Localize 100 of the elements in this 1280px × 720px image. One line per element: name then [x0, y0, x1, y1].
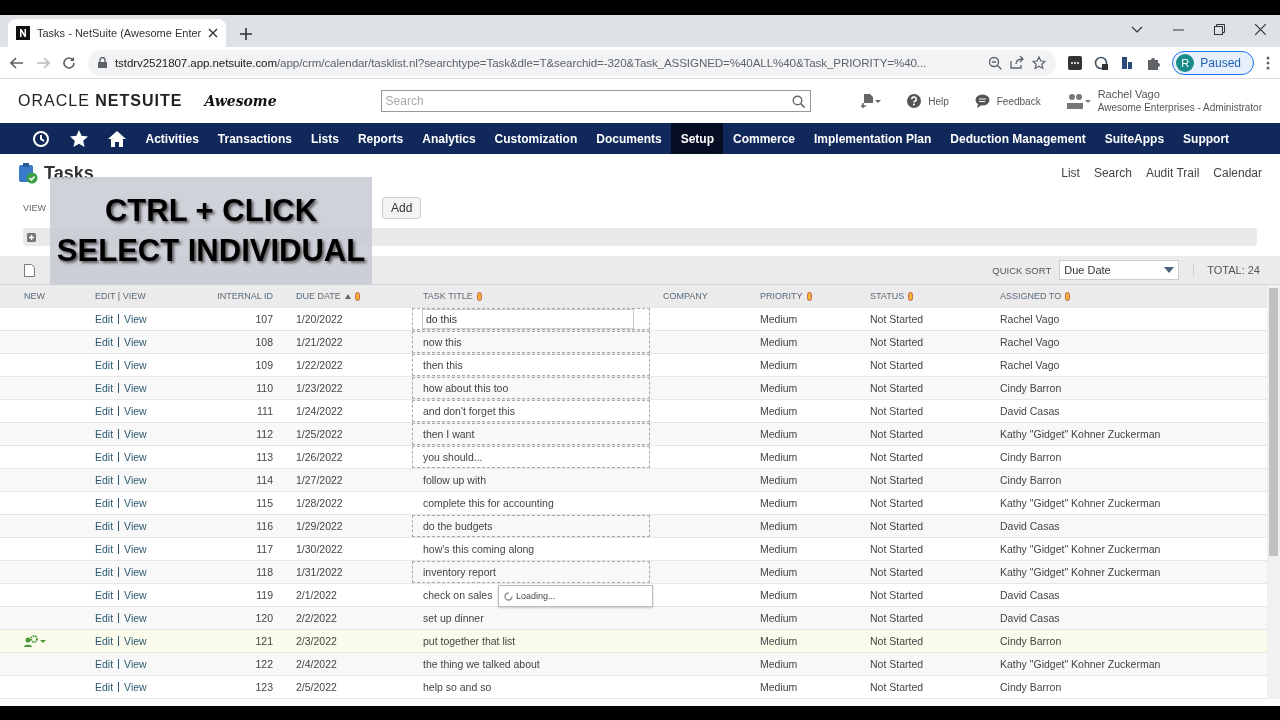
- reload-icon[interactable]: [62, 55, 76, 70]
- global-search-field[interactable]: Search: [380, 90, 811, 112]
- edit-link[interactable]: Edit: [95, 543, 114, 555]
- view-link[interactable]: View: [124, 336, 147, 348]
- view-link[interactable]: View: [124, 612, 147, 624]
- view-link[interactable]: View: [124, 474, 147, 486]
- nav-menu-item[interactable]: Lists: [301, 123, 349, 154]
- edit-link[interactable]: Edit: [95, 451, 114, 463]
- recent-history-icon[interactable]: [32, 129, 50, 148]
- edit-link[interactable]: Edit: [95, 359, 114, 371]
- column-header[interactable]: ASSIGNED TO: [1000, 291, 1062, 301]
- column-header[interactable]: DUE DATE: [296, 291, 341, 301]
- favorites-star-icon[interactable]: [70, 129, 88, 148]
- view-link[interactable]: View: [124, 428, 147, 440]
- create-new-record-icon[interactable]: [861, 93, 882, 109]
- edit-link[interactable]: Edit: [95, 313, 114, 325]
- restore-icon[interactable]: [1214, 24, 1225, 35]
- more-menu-icon[interactable]: [1266, 55, 1270, 70]
- task-title-cell[interactable]: do the budgets: [412, 515, 650, 537]
- edit-link[interactable]: Edit: [95, 566, 114, 578]
- page-link[interactable]: Calendar: [1213, 166, 1262, 180]
- view-link[interactable]: View: [124, 520, 147, 532]
- page-link[interactable]: Search: [1093, 166, 1132, 180]
- nav-menu-item[interactable]: Reports: [348, 123, 413, 154]
- address-bar[interactable]: tstdrv2521807.app.netsuite.com/app/crm/calendar/tasklist.nl?searchtype=Task&dle=T&searchid=-320&Task_ASSIGNED=%40ALL%40&Task_PRIORITY=%40...: [88, 49, 1057, 76]
- nav-menu-item[interactable]: Transactions: [208, 123, 302, 154]
- page-link[interactable]: List: [1061, 166, 1080, 180]
- task-title-cell[interactable]: then I want: [412, 423, 650, 445]
- view-link[interactable]: View: [124, 543, 147, 555]
- minimize-icon[interactable]: [1173, 28, 1184, 31]
- nav-menu-item[interactable]: Setup: [671, 123, 724, 154]
- close-icon[interactable]: [1255, 24, 1266, 35]
- nav-menu-item[interactable]: Implementation Plan: [804, 123, 941, 154]
- view-link[interactable]: View: [124, 681, 147, 693]
- help-icon[interactable]: [907, 94, 922, 108]
- edit-link[interactable]: Edit: [95, 474, 114, 486]
- view-link[interactable]: View: [124, 589, 147, 601]
- nav-menu-item[interactable]: Customization: [485, 123, 587, 154]
- edit-link[interactable]: Edit: [95, 589, 114, 601]
- task-title-cell[interactable]: you should...: [412, 446, 650, 468]
- task-title-cell[interactable]: complete this for accounting: [412, 492, 650, 514]
- new-document-icon[interactable]: [24, 263, 35, 277]
- task-title-cell[interactable]: put together that list: [412, 630, 650, 652]
- feedback-chat-icon[interactable]: [974, 94, 990, 108]
- view-link[interactable]: View: [124, 405, 147, 417]
- task-title-cell[interactable]: inventory report: [412, 561, 650, 583]
- column-header[interactable]: NEW: [24, 291, 45, 301]
- add-button[interactable]: Add: [382, 197, 422, 219]
- column-header[interactable]: STATUS: [870, 291, 905, 301]
- user-gear-menu-icon[interactable]: [24, 635, 46, 647]
- task-title-cell[interactable]: follow up with: [412, 469, 650, 491]
- view-link[interactable]: View: [124, 635, 147, 647]
- nav-menu-item[interactable]: Deduction Management: [940, 123, 1096, 154]
- column-header[interactable]: COMPANY: [663, 291, 708, 301]
- zoom-out-icon[interactable]: [988, 55, 1003, 70]
- view-link[interactable]: View: [124, 382, 147, 394]
- page-link[interactable]: Audit Trail: [1145, 166, 1200, 180]
- quick-sort-dropdown[interactable]: Due Date: [1059, 260, 1180, 280]
- task-title-cell[interactable]: check on sales Loading...: [412, 584, 650, 606]
- scrollbar[interactable]: [1267, 285, 1280, 699]
- task-title-cell[interactable]: then this: [412, 354, 650, 376]
- task-title-cell[interactable]: how's this coming along: [412, 538, 650, 560]
- edit-link[interactable]: Edit: [95, 497, 114, 509]
- view-link[interactable]: View: [124, 658, 147, 670]
- nav-menu-item[interactable]: Commerce: [723, 123, 805, 154]
- edit-link[interactable]: Edit: [95, 612, 114, 624]
- edit-link[interactable]: Edit: [95, 520, 114, 532]
- close-icon[interactable]: [208, 28, 219, 38]
- task-title-cell[interactable]: do this: [412, 308, 650, 330]
- task-title-cell[interactable]: set up dinner: [412, 607, 650, 629]
- edit-link[interactable]: Edit: [95, 382, 114, 394]
- profile-button[interactable]: R Paused: [1172, 50, 1254, 75]
- task-title-cell[interactable]: the thing we talked about: [412, 653, 650, 675]
- edit-link[interactable]: Edit: [95, 635, 114, 647]
- feedback-link[interactable]: Feedback: [996, 95, 1041, 107]
- view-link[interactable]: View: [124, 497, 147, 509]
- task-title-cell[interactable]: help so and so: [412, 676, 650, 698]
- extension-logo-icon[interactable]: [1120, 55, 1135, 70]
- user-roles-icon[interactable]: [1066, 93, 1091, 109]
- edit-link[interactable]: Edit: [95, 681, 114, 693]
- column-header[interactable]: PRIORITY: [760, 291, 803, 301]
- help-link[interactable]: Help: [928, 95, 949, 107]
- column-header[interactable]: TASK TITLE: [423, 291, 473, 301]
- home-icon[interactable]: [108, 129, 126, 148]
- view-link[interactable]: View: [124, 566, 147, 578]
- task-title-cell[interactable]: how about this too: [412, 377, 650, 399]
- view-link[interactable]: View: [124, 359, 147, 371]
- bookmark-star-icon[interactable]: [1032, 55, 1047, 70]
- column-header[interactable]: INTERNAL ID: [217, 291, 273, 301]
- nav-menu-item[interactable]: Analytics: [412, 123, 486, 154]
- task-title-cell[interactable]: now this: [412, 331, 650, 353]
- view-link[interactable]: View: [124, 313, 147, 325]
- nav-menu-item[interactable]: Documents: [586, 123, 672, 154]
- edit-link[interactable]: Edit: [95, 405, 114, 417]
- edit-link[interactable]: Edit: [95, 336, 114, 348]
- task-title-cell[interactable]: and don't forget this: [412, 400, 650, 422]
- nav-menu-item[interactable]: Activities: [136, 123, 209, 154]
- browser-tab[interactable]: Tasks - NetSuite (Awesome Enter: [8, 19, 226, 47]
- password-extension-icon[interactable]: [1068, 55, 1083, 70]
- share-icon[interactable]: [1010, 56, 1025, 69]
